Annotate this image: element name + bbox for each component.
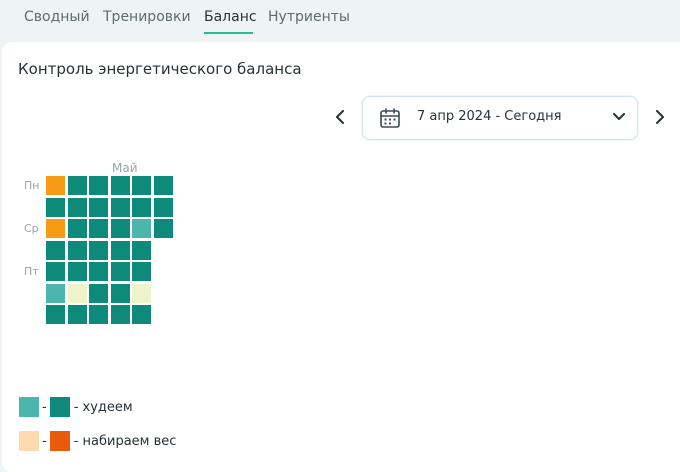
heatmap-day-cell[interactable]	[132, 262, 151, 281]
heatmap-day-cell[interactable]	[110, 262, 130, 281]
tab-balance[interactable]: Баланс	[204, 9, 257, 25]
heatmap-day-cell[interactable]	[132, 283, 151, 303]
heatmap-day-cell[interactable]	[67, 262, 87, 281]
month-label: Май	[112, 161, 138, 175]
chevron-down-icon	[613, 113, 625, 120]
date-range-select[interactable]: 7 апр 2024 - Сегодня	[362, 96, 638, 140]
heatmap-day-cell[interactable]	[153, 197, 173, 217]
heatmap-day-cell[interactable]	[89, 283, 108, 303]
heatmap-day-cell[interactable]	[46, 197, 65, 217]
heatmap-day-cell[interactable]	[110, 219, 130, 238]
heatmap-day-cell[interactable]	[110, 240, 130, 260]
tab-summary[interactable]: Сводный	[24, 9, 90, 25]
chevron-right-icon	[656, 110, 664, 124]
heatmap-day-cell[interactable]	[132, 305, 151, 324]
heatmap-day-cell[interactable]	[132, 176, 151, 195]
heatmap-day-cell[interactable]	[110, 305, 130, 324]
legend-swatch-light	[19, 397, 39, 417]
tab-bar: Сводный Тренировки Баланс Нутриенты	[0, 0, 680, 42]
heatmap-day-cell[interactable]	[89, 176, 108, 195]
tab-workouts[interactable]: Тренировки	[103, 9, 191, 25]
date-range-label: 7 апр 2024 - Сегодня	[417, 109, 562, 124]
heatmap-day-cell[interactable]	[89, 219, 108, 238]
heatmap-day-cell[interactable]	[67, 197, 87, 217]
legend-swatch-dark	[49, 431, 70, 451]
legend-swatch-dark	[49, 397, 70, 417]
heatmap-day-cell[interactable]	[132, 197, 151, 217]
heatmap-day-cell[interactable]	[132, 219, 151, 238]
heatmap-day-cell[interactable]	[46, 219, 65, 238]
heatmap-day-cell[interactable]	[46, 283, 65, 303]
heatmap-day-cell[interactable]	[153, 176, 173, 195]
chevron-left-icon	[336, 110, 344, 124]
active-tab-indicator	[204, 32, 253, 34]
day-label-wed: Ср	[24, 222, 39, 235]
heatmap-day-cell[interactable]	[110, 197, 130, 217]
heatmap-day-cell[interactable]	[46, 176, 65, 195]
heatmap-day-cell[interactable]	[89, 262, 108, 281]
heatmap-day-cell[interactable]	[67, 240, 87, 260]
legend-label: - худеем	[73, 399, 133, 415]
legend-gaining: - - набираем вес	[19, 431, 176, 451]
day-label-mon: Пн	[24, 179, 40, 192]
prev-period-button[interactable]	[330, 106, 350, 128]
balance-heatmap	[46, 176, 186, 326]
heatmap-day-cell[interactable]	[67, 283, 87, 303]
card-title: Контроль энергетического баланса	[18, 60, 302, 78]
legend-label: - набираем вес	[73, 433, 177, 449]
heatmap-day-cell[interactable]	[67, 176, 87, 195]
heatmap-day-cell[interactable]	[67, 219, 87, 238]
heatmap-day-cell[interactable]	[89, 305, 108, 324]
tab-nutrients[interactable]: Нутриенты	[268, 9, 350, 25]
heatmap-day-cell[interactable]	[110, 176, 130, 195]
heatmap-day-cell[interactable]	[132, 240, 151, 260]
legend-separator: -	[42, 399, 47, 415]
day-label-fri: Пт	[24, 265, 39, 278]
legend-swatch-light	[19, 431, 39, 451]
heatmap-day-cell[interactable]	[46, 305, 65, 324]
heatmap-day-cell[interactable]	[110, 283, 130, 303]
heatmap-day-cell[interactable]	[89, 240, 108, 260]
heatmap-day-cell[interactable]	[89, 197, 108, 217]
heatmap-day-cell[interactable]	[153, 219, 173, 238]
legend-separator: -	[42, 433, 47, 449]
heatmap-day-cell[interactable]	[46, 262, 65, 281]
legend-losing: - - худеем	[19, 397, 133, 417]
next-period-button[interactable]	[650, 106, 670, 128]
heatmap-day-cell[interactable]	[67, 305, 87, 324]
heatmap-day-cell[interactable]	[46, 240, 65, 260]
calendar-icon	[380, 108, 400, 128]
